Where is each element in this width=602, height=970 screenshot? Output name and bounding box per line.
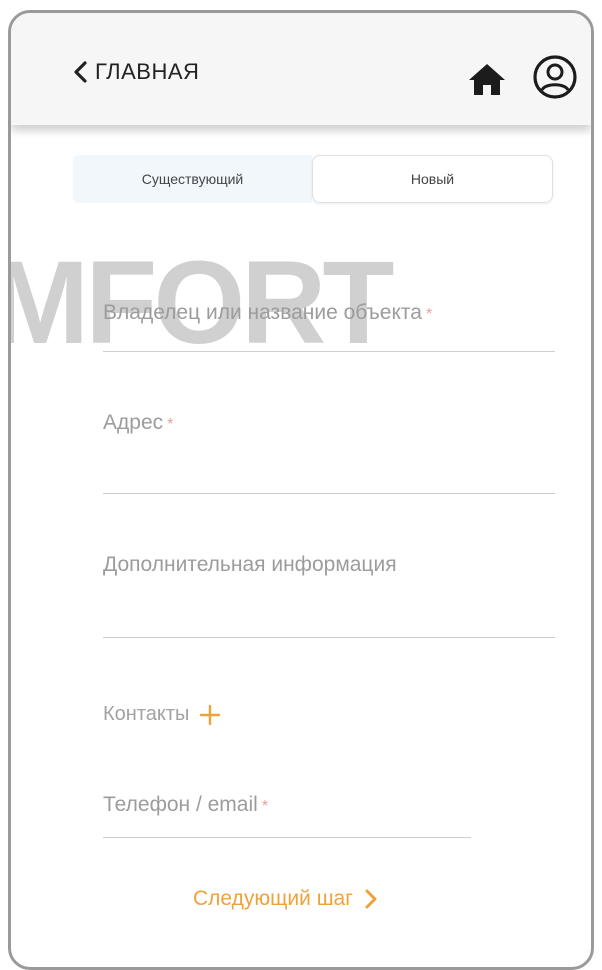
tab-new-label: Новый: [410, 171, 455, 187]
back-label: ГЛАВНАЯ: [95, 59, 200, 84]
phone-email-field[interactable]: Телефон / email *: [103, 793, 471, 838]
phone-email-label: Телефон / email: [103, 793, 258, 816]
chevron-left-icon: [74, 61, 87, 83]
tab-existing-label: Существующий: [141, 171, 244, 187]
add-contact-plus-icon[interactable]: [199, 704, 221, 726]
contacts-section: Контакты: [103, 703, 221, 726]
contacts-label: Контакты: [103, 703, 190, 725]
chevron-right-icon: [365, 889, 377, 909]
phone-frame: ГЛАВНАЯ Существующий Новый MFORT Владеле…: [8, 10, 594, 970]
tab-new[interactable]: Новый: [312, 155, 553, 203]
user-circle-icon[interactable]: [531, 53, 579, 101]
next-step-label: Следующий шаг: [193, 887, 353, 910]
additional-info-label: Дополнительная информация: [103, 553, 397, 576]
address-field-label: Адрес: [103, 411, 164, 434]
address-field[interactable]: Адрес *: [103, 411, 555, 494]
required-mark: *: [261, 798, 269, 815]
additional-info-field[interactable]: Дополнительная информация: [103, 553, 555, 638]
object-type-toggle: Существующий Новый: [73, 155, 553, 203]
back-button[interactable]: ГЛАВНАЯ: [69, 57, 199, 87]
home-icon[interactable]: [467, 59, 507, 99]
required-mark: *: [167, 416, 174, 433]
owner-field[interactable]: Владелец или название объекта *: [103, 301, 555, 352]
owner-field-label: Владелец или название объекта: [103, 301, 422, 324]
app-header: ГЛАВНАЯ: [11, 13, 591, 125]
tab-existing[interactable]: Существующий: [73, 155, 312, 203]
next-step-button[interactable]: Следующий шаг: [193, 887, 379, 911]
required-mark: *: [425, 306, 433, 323]
